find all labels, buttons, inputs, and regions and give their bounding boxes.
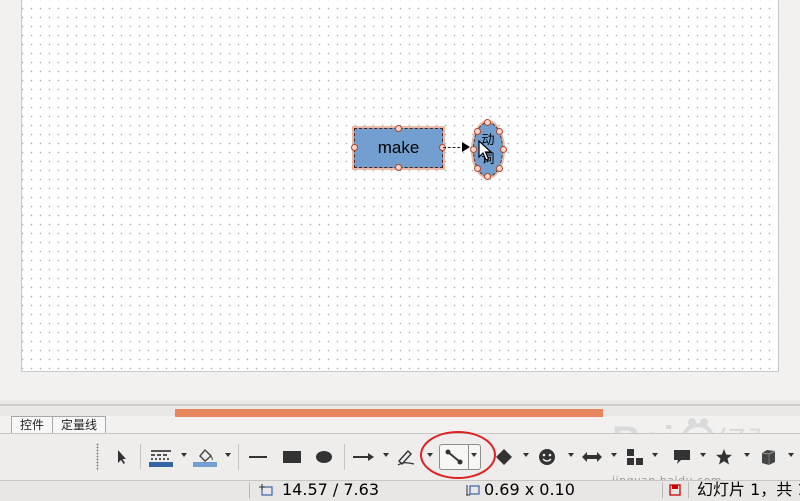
callouts-dropdown[interactable] — [700, 453, 706, 457]
line-button[interactable] — [248, 446, 268, 468]
curve-button[interactable] — [395, 446, 417, 468]
symbol-shapes-dropdown[interactable] — [568, 453, 574, 457]
document-modified-icon[interactable] — [669, 484, 681, 496]
flowchart-dropdown[interactable] — [652, 453, 658, 457]
basic-shapes-icon — [496, 449, 512, 465]
toolbar-separator — [140, 444, 141, 470]
line-color-button[interactable] — [148, 446, 174, 468]
block-arrows-icon — [582, 452, 602, 462]
star-icon — [716, 449, 732, 465]
glue-point[interactable] — [484, 119, 491, 126]
toolbar-grip[interactable] — [96, 443, 99, 471]
block-arrows-button[interactable] — [581, 446, 603, 468]
select-button[interactable] — [112, 446, 132, 468]
3d-objects-button[interactable] — [758, 446, 778, 468]
basic-shapes-dropdown[interactable] — [523, 453, 529, 457]
tab-controls[interactable]: 控件 — [11, 416, 54, 434]
toolbar-separator — [238, 444, 239, 470]
glue-point[interactable] — [500, 146, 507, 153]
glue-point[interactable] — [474, 165, 481, 172]
rectangle-shape-make[interactable]: make — [354, 128, 443, 168]
glue-point[interactable] — [395, 164, 402, 171]
scrollbar-track — [0, 404, 800, 406]
connector-arrowhead — [462, 142, 470, 152]
ellipse-button[interactable] — [314, 446, 334, 468]
line-color-dropdown[interactable] — [181, 453, 187, 457]
status-separator — [662, 482, 663, 498]
curve-icon — [397, 449, 415, 466]
shape-text: make — [377, 138, 420, 157]
glue-point[interactable] — [395, 125, 402, 132]
flowchart-button[interactable] — [625, 446, 645, 468]
glue-point[interactable] — [470, 146, 477, 153]
glue-point[interactable] — [496, 165, 503, 172]
status-separator — [688, 482, 689, 498]
flowchart-icon — [627, 449, 643, 465]
arrow-line-icon — [353, 453, 374, 461]
area-fill-icon — [193, 448, 217, 467]
tab-dimension-lines[interactable]: 定量线 — [52, 416, 107, 434]
area-fill-dropdown[interactable] — [225, 453, 231, 457]
scrollbar-thumb[interactable] — [175, 409, 603, 417]
lines-and-arrows-dropdown[interactable] — [383, 453, 389, 457]
smiley-icon — [539, 449, 555, 465]
line-color-icon — [149, 450, 173, 467]
glue-point[interactable] — [351, 144, 358, 151]
slide-indicator: 幻灯片 1，共 1 — [697, 480, 800, 499]
workspace: make 动 词 — [0, 0, 800, 400]
size-icon — [466, 485, 480, 496]
stars-button[interactable] — [714, 446, 734, 468]
3d-object-icon — [761, 450, 776, 465]
basic-shapes-button[interactable] — [494, 446, 514, 468]
lines-and-arrows-button[interactable] — [353, 446, 375, 468]
line-icon — [249, 456, 267, 458]
mouse-pointer-icon — [478, 140, 493, 161]
callouts-button[interactable] — [672, 446, 692, 468]
glue-point[interactable] — [474, 128, 481, 135]
ellipse-icon — [316, 451, 332, 463]
symbol-shapes-button[interactable] — [537, 446, 557, 468]
3d-objects-dropdown[interactable] — [788, 453, 794, 457]
area-fill-button[interactable] — [192, 446, 218, 468]
stars-dropdown[interactable] — [744, 453, 750, 457]
glue-point[interactable] — [484, 173, 491, 180]
rectangle-icon — [283, 451, 301, 463]
status-separator — [249, 482, 250, 498]
glue-point[interactable] — [496, 128, 503, 135]
slide-canvas[interactable]: make 动 词 — [21, 0, 779, 372]
toolbar-separator — [344, 444, 345, 470]
select-arrow-icon — [118, 450, 126, 464]
red-highlight-circle — [420, 431, 496, 479]
position-icon — [259, 484, 273, 496]
callout-icon — [674, 450, 690, 464]
object-size: 0.69 x 0.10 — [484, 480, 575, 499]
rectangle-button[interactable] — [282, 446, 302, 468]
block-arrows-dropdown[interactable] — [611, 453, 617, 457]
layer-tabs: 控件 定量线 — [11, 416, 107, 434]
cursor-position: 14.57 / 7.63 — [282, 480, 379, 499]
